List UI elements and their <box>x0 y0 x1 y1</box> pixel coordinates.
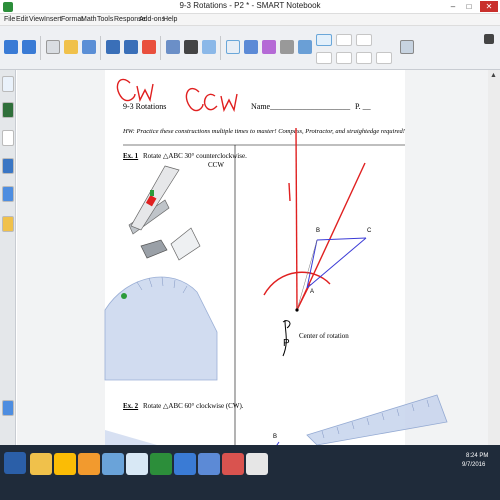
pen-swatch-5[interactable] <box>316 52 332 64</box>
cw-annotation <box>116 78 154 103</box>
network-app-icon[interactable] <box>126 453 148 475</box>
ccw-annotation <box>185 87 238 113</box>
menu-insert[interactable]: Insert <box>44 16 62 23</box>
line-tool-icon[interactable] <box>298 40 312 54</box>
protractor-tool[interactable] <box>104 276 218 445</box>
eraser-icon[interactable] <box>280 40 294 54</box>
pen-tool-icon[interactable] <box>244 40 258 54</box>
properties-tab[interactable] <box>2 158 14 174</box>
pen-swatch-2[interactable] <box>336 34 352 46</box>
gallery-tab[interactable] <box>2 102 14 118</box>
sidebar-move-icon[interactable] <box>2 400 14 416</box>
page-sorter-tab[interactable] <box>2 76 14 92</box>
undo-icon[interactable] <box>106 40 120 54</box>
ruler-tool[interactable] <box>306 394 448 445</box>
side-tabs <box>0 70 16 445</box>
pen-swatch-7[interactable] <box>356 52 372 64</box>
start-button-icon[interactable] <box>4 452 26 474</box>
open-folder-icon[interactable] <box>64 40 78 54</box>
pen-swatch-4[interactable] <box>376 52 392 64</box>
window-title: 9-3 Rotations - P2 * - SMART Notebook <box>179 1 321 10</box>
menu-tools[interactable]: Tools <box>97 16 113 23</box>
menu-format[interactable]: Format <box>61 16 83 23</box>
close-button[interactable]: ✕ <box>480 1 498 12</box>
menu-addons[interactable]: Add-ons <box>139 16 165 23</box>
add-page-icon[interactable] <box>46 40 60 54</box>
full-screen-icon[interactable] <box>184 40 198 54</box>
creative-pen-icon[interactable] <box>262 40 276 54</box>
app-icon-10[interactable] <box>246 453 268 475</box>
forward-arrow-icon[interactable] <box>22 40 36 54</box>
title-bar: 9-3 Rotations - P2 * - SMART Notebook – … <box>0 0 500 14</box>
pen-swatch-1[interactable] <box>316 34 332 46</box>
file-explorer-icon[interactable] <box>30 453 52 475</box>
tray-time: 8:24 PM <box>466 453 489 459</box>
firefox-icon[interactable] <box>78 453 100 475</box>
menu-bar: File Edit View Insert Format Math Tools … <box>0 14 500 26</box>
addons-tab[interactable] <box>2 186 14 202</box>
menu-view[interactable]: View <box>29 16 44 23</box>
menu-file[interactable]: File <box>4 16 15 23</box>
main-toolbar <box>0 26 500 70</box>
chrome-icon[interactable] <box>54 453 76 475</box>
drawing-layer <box>104 78 448 445</box>
select-tool-icon[interactable] <box>226 40 240 54</box>
menu-math[interactable]: Math <box>81 16 97 23</box>
powerpoint-icon[interactable] <box>222 453 244 475</box>
taskbar: 8:24 PM 9/7/2016 <box>0 445 500 500</box>
sidebar-handle[interactable] <box>2 216 14 232</box>
media-player-icon[interactable] <box>102 453 124 475</box>
compass-tool[interactable] <box>128 165 201 261</box>
maximize-button[interactable]: □ <box>462 1 476 12</box>
paint-icon[interactable] <box>174 453 196 475</box>
center-point <box>295 308 299 312</box>
minimize-button[interactable]: – <box>446 1 460 12</box>
tray-date: 9/7/2016 <box>462 462 486 468</box>
redo-icon[interactable] <box>124 40 138 54</box>
triangle-abc <box>296 237 367 311</box>
word-icon[interactable] <box>198 453 220 475</box>
screen-shade-icon[interactable] <box>166 40 180 54</box>
toolbar-expand-icon[interactable] <box>484 34 494 44</box>
smart-notebook-taskbar-icon[interactable] <box>150 453 172 475</box>
save-icon[interactable] <box>82 40 96 54</box>
notebook-canvas[interactable]: 9-3 Rotations Name____________________ P… <box>17 70 500 445</box>
pen-swatch-6[interactable] <box>336 52 352 64</box>
delete-icon[interactable] <box>142 40 156 54</box>
table-icon[interactable] <box>202 40 216 54</box>
attachments-tab[interactable] <box>2 130 14 146</box>
vertical-scrollbar[interactable]: ▲ <box>488 70 500 445</box>
menu-help[interactable]: Help <box>163 16 177 23</box>
properties-icon[interactable] <box>400 40 414 54</box>
red-ray-vertical <box>295 127 298 311</box>
scroll-up-icon[interactable]: ▲ <box>490 72 498 80</box>
menu-edit[interactable]: Edit <box>16 16 28 23</box>
back-arrow-icon[interactable] <box>4 40 18 54</box>
pen-swatch-3[interactable] <box>356 34 372 46</box>
